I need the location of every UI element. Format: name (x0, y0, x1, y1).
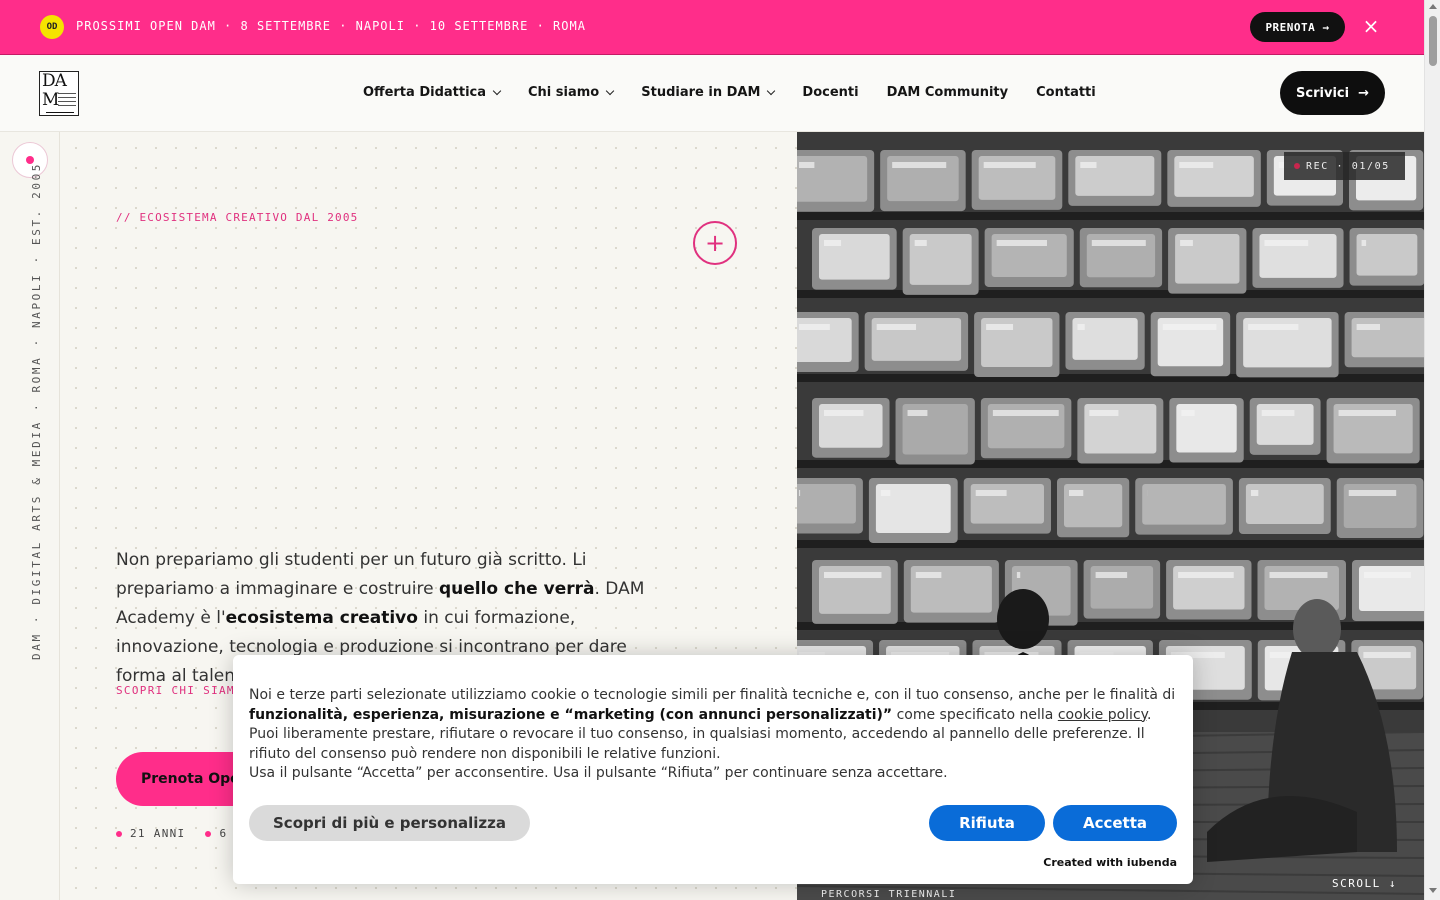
iubenda-credit[interactable]: Created with iubenda (1043, 856, 1177, 869)
plus-icon[interactable]: + (693, 221, 737, 265)
cookie-policy-link[interactable]: cookie policy (1058, 707, 1147, 723)
logo-text-bottom: M (42, 90, 60, 110)
banner-prenota-button[interactable]: PRENOTA → (1250, 12, 1345, 42)
main-nav: Offerta Didattica Chi siamo Studiare in … (363, 85, 1124, 100)
cookie-text-part: . (1146, 706, 1152, 723)
nav-dam-community[interactable]: DAM Community (887, 85, 1009, 100)
open-dam-badge: OD (40, 15, 64, 39)
intro-bold: quello che verrà (438, 579, 595, 599)
stat-item: 21 ANNI (116, 827, 185, 840)
nav-studiare-in-dam[interactable]: Studiare in DAM (641, 85, 776, 100)
chevron-down-icon (767, 86, 776, 95)
intro-bold: ecosistema creativo (225, 608, 418, 628)
cookie-text-part: Noi e terze parti selezionate utilizziam… (249, 687, 1176, 703)
nav-label: DAM Community (886, 85, 1009, 100)
scroll-down-icon[interactable] (1429, 888, 1437, 893)
cookie-text: Noi e terze parti selezionate utilizziam… (249, 686, 1179, 784)
chevron-down-icon (492, 86, 502, 95)
site-header: DA M Offerta Didattica Chi siamo Studiar… (0, 55, 1424, 132)
nav-chi-siamo[interactable]: Chi siamo (528, 85, 615, 100)
nav-label: Chi siamo (528, 85, 600, 100)
reject-button[interactable]: Rifiuta (929, 805, 1045, 841)
scrivici-button[interactable]: Scrivici → (1280, 71, 1385, 115)
cookie-text-part: come specificato nella (892, 706, 1058, 723)
vertical-tagline: DAM · DIGITAL ARTS & MEDIA · ROMA · NAPO… (30, 161, 43, 660)
nav-offerta-didattica[interactable]: Offerta Didattica (363, 85, 502, 100)
rec-counter: REC · 01/05 (1284, 152, 1405, 180)
record-dot-icon (1294, 163, 1300, 169)
arrow-right-icon: → (1358, 85, 1369, 101)
nav-contatti[interactable]: Contatti (1036, 85, 1096, 100)
accept-button[interactable]: Accetta (1053, 805, 1177, 841)
dam-logo[interactable]: DA M (39, 71, 79, 116)
nav-docenti[interactable]: Docenti (802, 85, 858, 100)
cookie-text-part: Usa il pulsante “Accetta” per acconsenti… (249, 765, 948, 781)
announcement-banner: OD PROSSIMI OPEN DAM · 8 SETTEMBRE · NAP… (0, 0, 1424, 55)
chevron-down-icon (606, 86, 615, 95)
hero-eyebrow: // ECOSISTEMA CREATIVO DAL 2005 (116, 211, 359, 224)
scroll-up-icon[interactable] (1429, 4, 1437, 9)
customize-button[interactable]: Scopri di più e personalizza (249, 805, 530, 841)
nav-label: Docenti (802, 85, 859, 100)
close-icon[interactable]: × (1362, 16, 1380, 36)
scrollbar-thumb[interactable] (1429, 16, 1437, 66)
arrow-down-icon: ↓ (1388, 877, 1397, 890)
page-scrollbar[interactable] (1424, 0, 1440, 900)
scroll-indicator[interactable]: SCROLL ↓ (1332, 877, 1397, 890)
scroll-label: SCROLL (1332, 877, 1381, 890)
banner-message: PROSSIMI OPEN DAM · 8 SETTEMBRE · NAPOLI… (76, 19, 586, 33)
logo-baseline (46, 112, 74, 113)
hero-stats: 21 ANNI 6 A (116, 827, 243, 840)
logo-text-top: DA (42, 71, 67, 91)
image-caption: PERCORSI TRIENNALI (821, 889, 957, 900)
scopri-chi-siamo-link[interactable]: SCOPRI CHI SIAM (116, 684, 235, 697)
left-rail: DAM · DIGITAL ARTS & MEDIA · ROMA · NAPO… (0, 132, 60, 900)
cookie-text-bold: funzionalità, esperienza, misurazione e … (249, 706, 893, 723)
cookie-consent-banner: Noi e terze parti selezionate utilizziam… (233, 655, 1193, 884)
nav-label: Contatti (1036, 85, 1096, 100)
rec-label: REC · 01/05 (1306, 160, 1390, 172)
scrivici-label: Scrivici (1296, 85, 1350, 101)
nav-label: Studiare in DAM (641, 85, 761, 100)
nav-label: Offerta Didattica (363, 85, 487, 100)
cookie-text-part: Puoi liberamente prestare, rifiutare o r… (249, 726, 1145, 762)
logo-lines (58, 93, 76, 109)
